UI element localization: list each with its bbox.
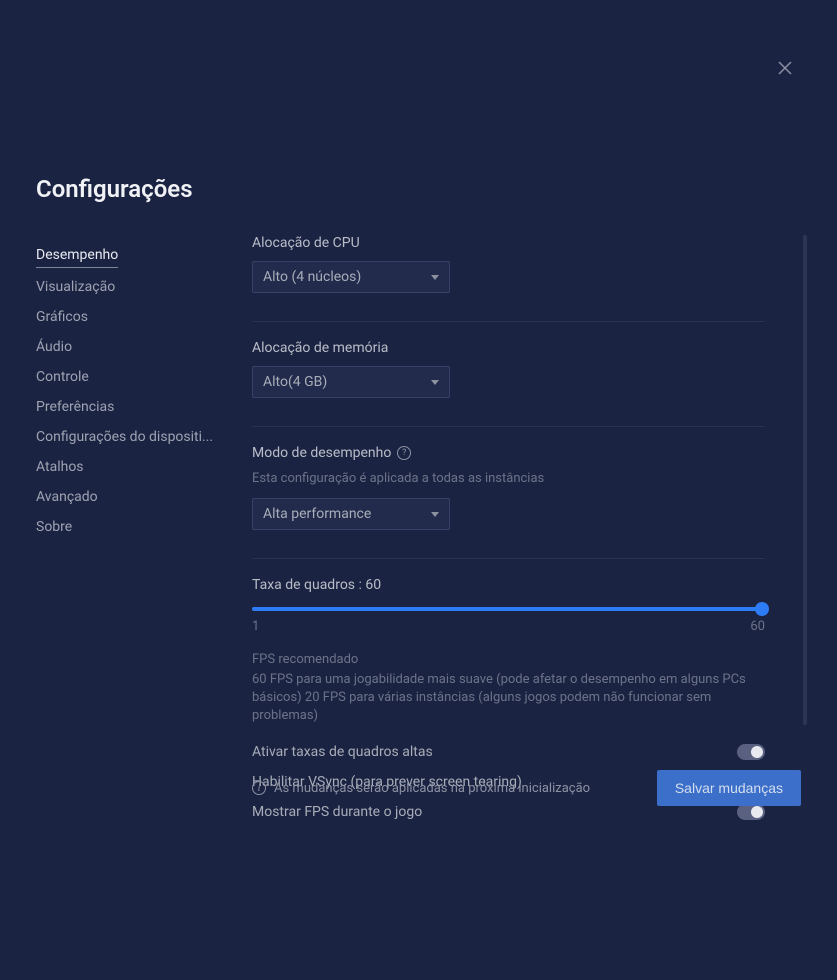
help-icon[interactable]: ? [397,446,411,460]
footer-info-text: As mudanças serão aplicadas na próxima i… [274,781,590,796]
slider-min: 1 [252,619,259,634]
close-icon [777,60,793,76]
performance-select[interactable]: Alta performance [252,498,450,530]
performance-label: Modo de desempenho ? [252,445,765,461]
fps-recommended-title: FPS recomendado [252,652,765,667]
close-button[interactable] [773,56,797,80]
scrollbar[interactable] [803,235,807,725]
high-fps-label: Ativar taxas de quadros altas [252,744,433,760]
sidebar-item-atalhos[interactable]: Atalhos [36,452,252,482]
memory-select-value: Alto(4 GB) [263,374,327,390]
sidebar-item-graficos[interactable]: Gráficos [36,302,252,332]
sidebar-item-sobre[interactable]: Sobre [36,512,252,542]
slider-range: 1 60 [252,619,765,634]
cpu-label: Alocação de CPU [252,235,765,251]
info-icon: i [252,781,266,795]
sidebar-item-preferencias[interactable]: Preferências [36,392,252,422]
memory-label: Alocação de memória [252,340,765,356]
sidebar-item-dispositivo[interactable]: Configurações do dispositi... [36,422,252,452]
toggle-knob [751,746,763,758]
fps-recommended-desc: 60 FPS para uma jogabilidade mais suave … [252,671,765,726]
performance-select-value: Alta performance [263,506,371,522]
save-button[interactable]: Salvar mudanças [657,770,801,806]
divider [252,426,765,427]
content-panel: Alocação de CPU Alto (4 núcleos) Alocaçã… [252,235,801,848]
page-title: Configurações [36,175,193,203]
sidebar-item-desempenho[interactable]: Desempenho [36,240,118,268]
sidebar-item-avancado[interactable]: Avançado [36,482,252,512]
memory-select[interactable]: Alto(4 GB) [252,366,450,398]
chevron-down-icon [431,380,439,385]
sidebar: Desempenho Visualização Gráficos Áudio C… [36,240,252,848]
sidebar-item-controle[interactable]: Controle [36,362,252,392]
cpu-select[interactable]: Alto (4 núcleos) [252,261,450,293]
divider [252,558,765,559]
footer: i As mudanças serão aplicadas na próxima… [252,770,801,806]
chevron-down-icon [431,512,439,517]
divider [252,321,765,322]
toggle-knob [751,806,763,818]
high-fps-toggle[interactable] [737,744,765,760]
framerate-slider[interactable] [252,607,765,611]
slider-max: 60 [750,619,765,634]
sidebar-item-visualizacao[interactable]: Visualização [36,272,252,302]
footer-info: i As mudanças serão aplicadas na próxima… [252,781,590,796]
cpu-select-value: Alto (4 núcleos) [263,269,361,285]
sidebar-item-audio[interactable]: Áudio [36,332,252,362]
performance-sublabel: Esta configuração é aplicada a todas as … [252,471,765,486]
chevron-down-icon [431,275,439,280]
framerate-label: Taxa de quadros : 60 [252,577,765,593]
slider-thumb[interactable] [755,602,769,616]
